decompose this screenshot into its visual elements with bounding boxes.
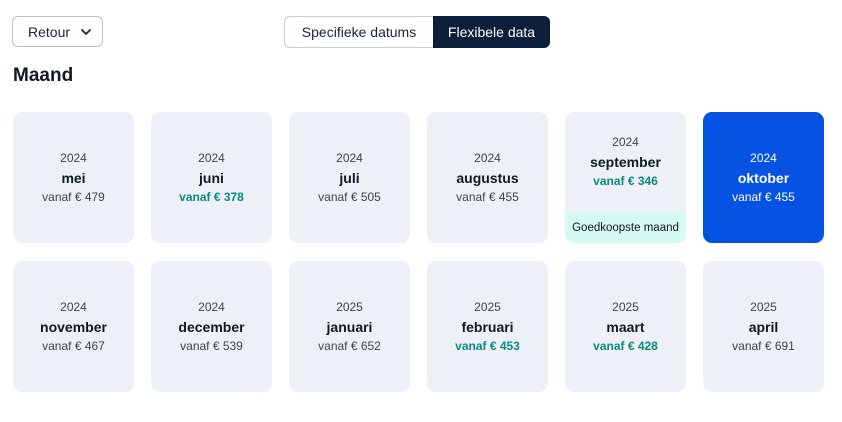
month-card-month: juli <box>339 169 360 186</box>
month-card[interactable]: 2025 april vanaf € 691 <box>703 261 824 392</box>
month-card-month: mei <box>61 169 86 186</box>
month-card-price: vanaf € 539 <box>180 338 243 353</box>
month-card[interactable]: 2024 mei vanaf € 479 <box>13 112 134 243</box>
month-card-price: vanaf € 652 <box>318 338 381 353</box>
month-card-price: vanaf € 467 <box>42 338 105 353</box>
month-card-month: december <box>178 318 245 335</box>
month-card-year: 2025 <box>474 299 501 314</box>
month-card-price: vanaf € 691 <box>732 338 795 353</box>
month-card-month: maart <box>606 318 645 335</box>
month-card-price: vanaf € 479 <box>42 189 105 204</box>
month-card-price: vanaf € 505 <box>318 189 381 204</box>
month-card-month: augustus <box>456 169 519 186</box>
month-grid: 2024 mei vanaf € 479 2024 juni vanaf € 3… <box>13 112 824 392</box>
chevron-down-icon <box>81 28 91 35</box>
month-card-year: 2024 <box>750 150 777 165</box>
month-card-month: november <box>40 318 107 335</box>
month-card-month: april <box>748 318 779 335</box>
month-card-year: 2024 <box>336 150 363 165</box>
tab-specific-dates[interactable]: Specifieke datums <box>284 16 433 48</box>
month-card[interactable]: 2024 oktober vanaf € 455 <box>703 112 824 243</box>
month-card-month: juni <box>199 169 224 186</box>
month-card-year: 2024 <box>198 299 225 314</box>
month-card-year: 2024 <box>474 150 501 165</box>
month-card-year: 2025 <box>336 299 363 314</box>
section-title: Maand <box>13 65 74 86</box>
month-card-year: 2024 <box>60 150 87 165</box>
month-card[interactable]: 2025 maart vanaf € 428 <box>565 261 686 392</box>
trip-type-dropdown[interactable]: Retour <box>12 16 103 47</box>
month-card[interactable]: 2024 augustus vanaf € 455 <box>427 112 548 243</box>
month-card[interactable]: 2024 juni vanaf € 378 <box>151 112 272 243</box>
month-card-year: 2025 <box>750 299 777 314</box>
tab-flexible-dates[interactable]: Flexibele data <box>433 16 550 48</box>
month-card-price: vanaf € 455 <box>456 189 519 204</box>
month-card-price: vanaf € 455 <box>732 189 795 204</box>
month-card-year: 2025 <box>612 299 639 314</box>
month-card-year: 2024 <box>612 134 639 149</box>
month-card-price: vanaf € 428 <box>593 338 658 353</box>
month-card-price: vanaf € 378 <box>179 189 244 204</box>
month-card-month: oktober <box>737 169 790 186</box>
month-card-month: januari <box>326 318 373 335</box>
month-card-month: september <box>590 153 661 170</box>
date-mode-toggle: Specifieke datums Flexibele data <box>284 16 550 48</box>
month-card[interactable]: 2024 november vanaf € 467 <box>13 261 134 392</box>
month-card-month: februari <box>461 318 514 335</box>
month-card-price: vanaf € 346 <box>593 173 658 188</box>
month-card[interactable]: 2024 september vanaf € 346 Goedkoopste m… <box>565 112 686 243</box>
month-card-year: 2024 <box>198 150 225 165</box>
cheapest-month-badge: Goedkoopste maand <box>565 212 686 243</box>
trip-type-value: Retour <box>28 23 71 40</box>
month-card-price: vanaf € 453 <box>455 338 520 353</box>
month-card[interactable]: 2025 februari vanaf € 453 <box>427 261 548 392</box>
month-card-year: 2024 <box>60 299 87 314</box>
month-card[interactable]: 2024 juli vanaf € 505 <box>289 112 410 243</box>
month-card[interactable]: 2024 december vanaf € 539 <box>151 261 272 392</box>
month-card[interactable]: 2025 januari vanaf € 652 <box>289 261 410 392</box>
